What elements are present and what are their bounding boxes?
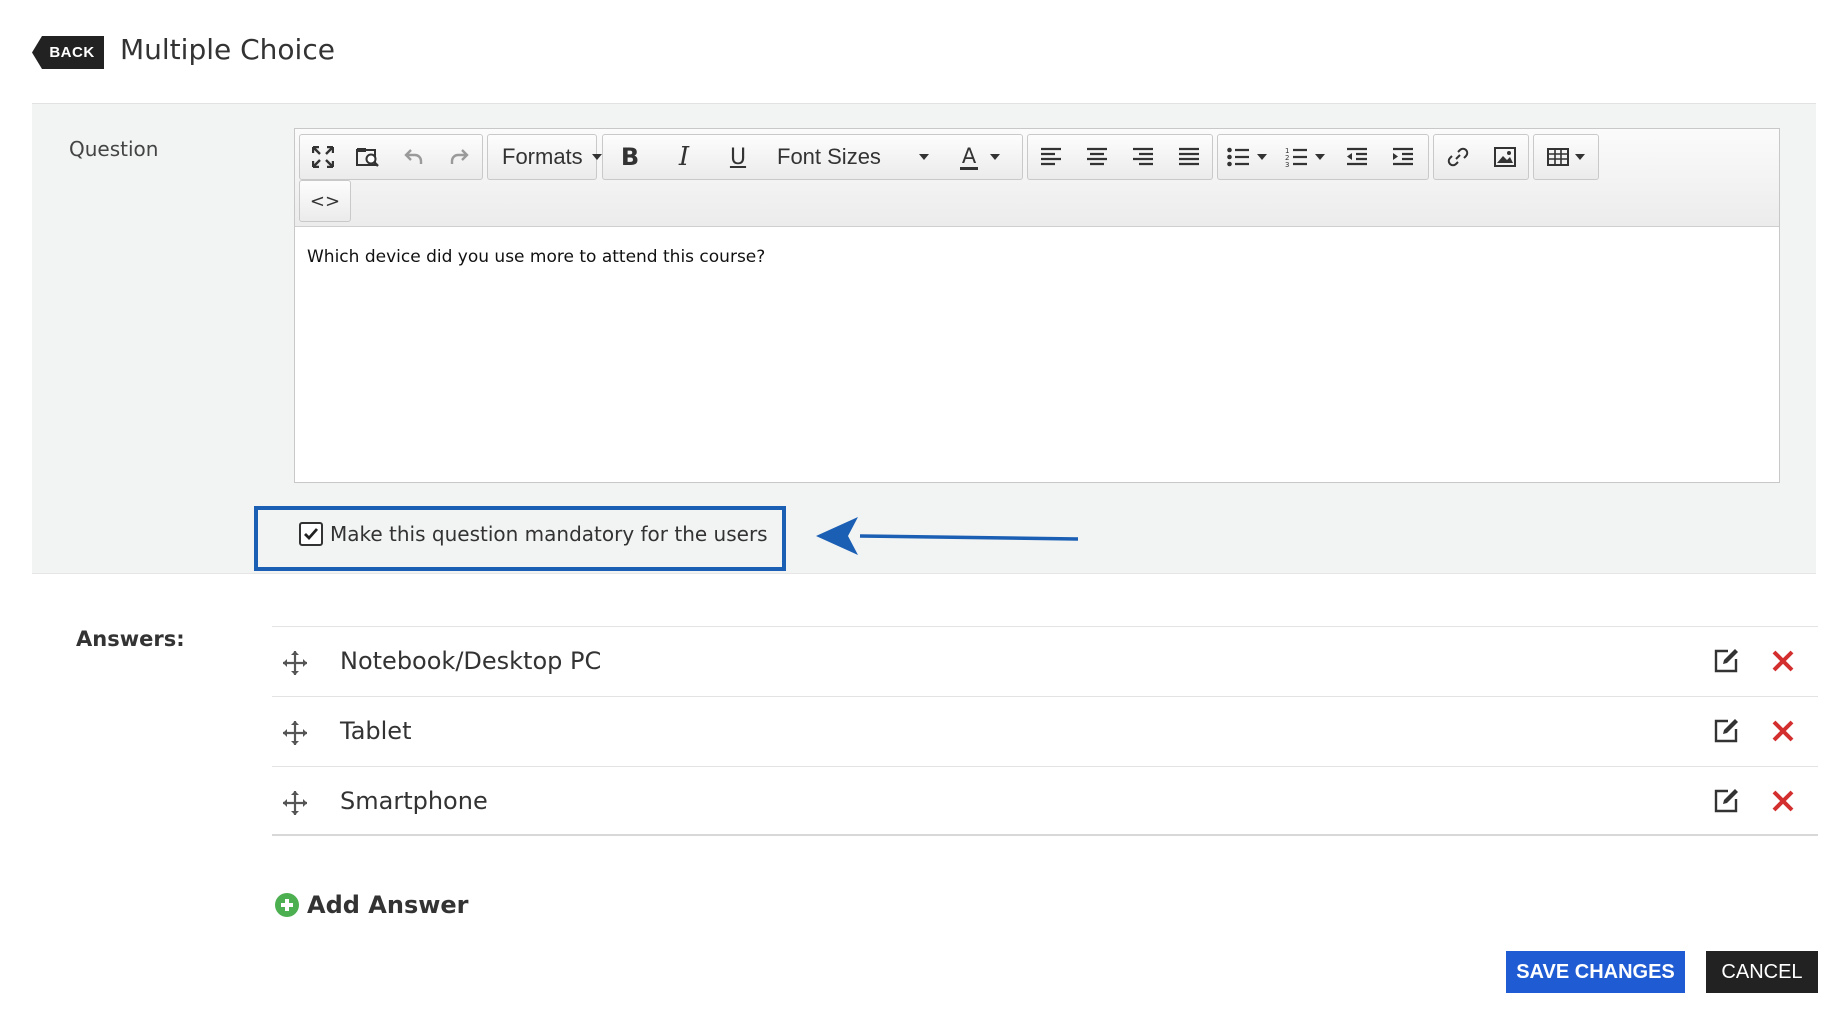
align-center-icon[interactable] bbox=[1074, 135, 1120, 179]
cancel-button[interactable]: CANCEL bbox=[1706, 951, 1818, 993]
drag-handle-icon[interactable] bbox=[282, 720, 308, 746]
toolbar-group-lists: 123 bbox=[1217, 134, 1429, 180]
align-left-icon[interactable] bbox=[1028, 135, 1074, 179]
source-code-button[interactable]: <> bbox=[299, 180, 351, 222]
delete-icon[interactable] bbox=[1772, 790, 1794, 812]
outdent-icon[interactable] bbox=[1334, 135, 1380, 179]
italic-button[interactable]: I bbox=[657, 135, 711, 179]
chevron-down-icon bbox=[1575, 154, 1585, 160]
answer-text: Tablet bbox=[340, 717, 412, 745]
page-header: BACK Multiple Choice bbox=[0, 0, 1848, 103]
text-color-button[interactable]: A bbox=[945, 135, 1015, 179]
delete-icon[interactable] bbox=[1772, 650, 1794, 672]
editor-content[interactable]: Which device did you use more to attend … bbox=[307, 247, 765, 267]
answers-label: Answers: bbox=[76, 627, 185, 651]
align-right-icon[interactable] bbox=[1120, 135, 1166, 179]
table-dropdown[interactable] bbox=[1533, 134, 1599, 180]
numbered-list-icon[interactable]: 123 bbox=[1276, 135, 1334, 179]
mandatory-checkbox[interactable] bbox=[299, 522, 323, 546]
chevron-down-icon bbox=[1257, 154, 1267, 160]
toolbar-group-history bbox=[299, 134, 483, 180]
code-icon: <> bbox=[309, 190, 341, 212]
delete-icon[interactable] bbox=[1772, 720, 1794, 742]
link-icon[interactable] bbox=[1434, 135, 1481, 179]
redo-icon[interactable] bbox=[437, 135, 483, 179]
save-changes-button[interactable]: SAVE CHANGES bbox=[1506, 951, 1685, 993]
answer-row: Tablet bbox=[272, 696, 1818, 766]
fullscreen-icon[interactable] bbox=[300, 135, 346, 179]
text-color-icon: A bbox=[959, 143, 979, 170]
mandatory-label: Make this question mandatory for the use… bbox=[330, 522, 768, 546]
formats-dropdown[interactable]: Formats bbox=[487, 134, 602, 180]
annotation-arrow-icon bbox=[816, 517, 1079, 555]
editor-toolbar: Formats B I U Font Sizes A 1 2 3 <> bbox=[295, 129, 1779, 227]
add-circle-icon bbox=[275, 893, 299, 917]
table-icon bbox=[1534, 135, 1598, 179]
undo-icon[interactable] bbox=[391, 135, 437, 179]
toolbar-group-text: B I U Font Sizes A bbox=[602, 134, 1023, 180]
page-title: Multiple Choice bbox=[120, 33, 335, 66]
preview-icon[interactable] bbox=[346, 135, 392, 179]
formats-label: Formats bbox=[502, 144, 583, 169]
chevron-down-icon bbox=[1315, 154, 1325, 160]
drag-handle-icon[interactable] bbox=[282, 650, 308, 676]
edit-icon[interactable] bbox=[1713, 788, 1739, 814]
drag-handle-icon[interactable] bbox=[282, 790, 308, 816]
indent-icon[interactable] bbox=[1380, 135, 1426, 179]
add-answer-label: Add Answer bbox=[307, 891, 469, 919]
svg-text:3: 3 bbox=[1285, 161, 1289, 168]
underline-button[interactable]: U bbox=[711, 135, 765, 179]
answers-list: Notebook/Desktop PC Tablet Smartphone bbox=[272, 626, 1818, 836]
font-sizes-dropdown[interactable]: Font Sizes bbox=[765, 135, 945, 179]
toolbar-group-insert bbox=[1433, 134, 1529, 180]
edit-icon[interactable] bbox=[1713, 648, 1739, 674]
answer-row: Smartphone bbox=[272, 766, 1818, 836]
chevron-down-icon bbox=[918, 154, 929, 160]
answer-text: Smartphone bbox=[340, 787, 488, 815]
image-icon[interactable] bbox=[1481, 135, 1528, 179]
font-sizes-label: Font Sizes bbox=[777, 144, 881, 169]
checkmark-icon bbox=[304, 528, 319, 541]
toolbar-group-align bbox=[1027, 134, 1213, 180]
back-button[interactable]: BACK bbox=[32, 36, 104, 69]
align-justify-icon[interactable] bbox=[1166, 135, 1212, 179]
bold-button[interactable]: B bbox=[603, 135, 657, 179]
edit-icon[interactable] bbox=[1713, 718, 1739, 744]
chevron-down-icon bbox=[990, 154, 1001, 160]
answer-text: Notebook/Desktop PC bbox=[340, 647, 602, 675]
answer-row: Notebook/Desktop PC bbox=[272, 626, 1818, 696]
mandatory-highlight-box: Make this question mandatory for the use… bbox=[254, 506, 786, 571]
question-label: Question bbox=[69, 137, 159, 161]
add-answer-button[interactable]: Add Answer bbox=[275, 891, 469, 919]
rich-text-editor: Formats B I U Font Sizes A 1 2 3 <> Whic… bbox=[294, 128, 1780, 483]
bullet-list-icon[interactable] bbox=[1218, 135, 1276, 179]
chevron-down-icon bbox=[591, 154, 602, 160]
